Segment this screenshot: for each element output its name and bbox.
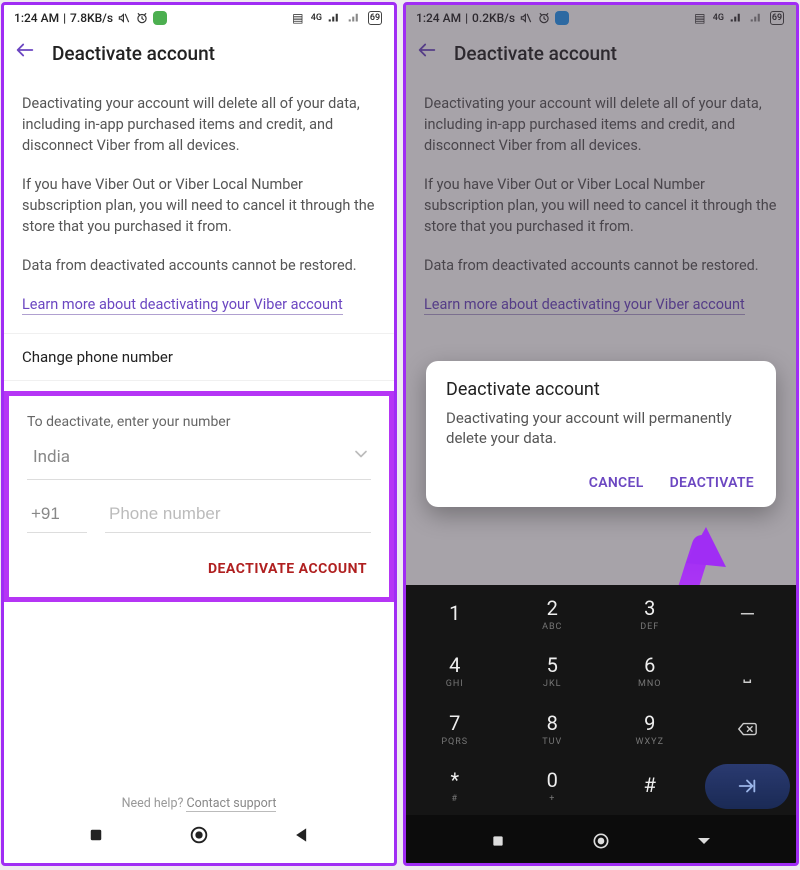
- paragraph-1: Deactivating your account will delete al…: [424, 93, 778, 156]
- status-netspeed: 0.2KB/s: [472, 11, 515, 25]
- signal-icon: [730, 11, 744, 25]
- data-icon: ▤: [693, 11, 707, 25]
- status-time: 1:24 AM: [14, 11, 59, 25]
- key-hash[interactable]: #: [601, 758, 699, 816]
- deactivate-instruction: To deactivate, enter your number: [27, 414, 371, 430]
- signal-icon-2: [750, 11, 764, 25]
- signal-icon: [328, 11, 342, 25]
- nav-home-icon[interactable]: [590, 830, 612, 852]
- phone-number-input[interactable]: [105, 496, 371, 533]
- key-4[interactable]: 4GHI: [406, 643, 504, 701]
- key-8[interactable]: 8TUV: [504, 700, 602, 758]
- back-arrow-icon[interactable]: [14, 39, 36, 67]
- footer-help: Need help? Contact support: [4, 796, 394, 811]
- status-4g: 4G: [311, 13, 322, 23]
- numeric-keypad: 1 2ABC 3DEF — 4GHI 5JKL 6MNO ⎵ 7PQRS 8TU…: [406, 585, 796, 815]
- nav-home-icon[interactable]: [188, 824, 210, 846]
- key-1[interactable]: 1: [406, 585, 504, 643]
- deactivate-account-button[interactable]: DEACTIVATE ACCOUNT: [27, 551, 371, 587]
- key-9[interactable]: 9WXYZ: [601, 700, 699, 758]
- key-7[interactable]: 7PQRS: [406, 700, 504, 758]
- app-header: Deactivate account: [4, 31, 394, 75]
- dialog-body: Deactivating your account will permanent…: [446, 408, 756, 449]
- change-phone-label: Change phone number: [22, 348, 173, 366]
- key-5[interactable]: 5JKL: [504, 643, 602, 701]
- learn-more-link[interactable]: Learn more about deactivating your Viber…: [424, 296, 745, 315]
- phone-left-screen: 1:24 AM | 7.8KB/s ▤ 4G: [1, 2, 397, 866]
- system-nav-bar: [4, 815, 394, 855]
- key-enter[interactable]: [705, 764, 791, 810]
- back-arrow-icon[interactable]: [416, 39, 438, 67]
- nav-recents-icon[interactable]: [85, 824, 107, 846]
- annotation-highlight-box: To deactivate, enter your number India D…: [4, 391, 394, 602]
- nav-recents-icon[interactable]: [487, 830, 509, 852]
- chevron-down-icon: [351, 444, 371, 469]
- paragraph-3: Data from deactivated accounts cannot be…: [424, 255, 778, 276]
- country-dropdown[interactable]: India: [27, 438, 371, 480]
- dialog-title: Deactivate account: [446, 379, 756, 400]
- paragraph-3: Data from deactivated accounts cannot be…: [22, 255, 376, 276]
- confirm-deactivate-dialog: Deactivate account Deactivating your acc…: [426, 361, 776, 507]
- phone-right-screen: 1:24 AM | 0.2KB/s ▤ 4G: [403, 2, 799, 866]
- alarm-icon: [537, 11, 551, 25]
- status-netspeed: 7.8KB/s: [70, 11, 113, 25]
- key-backspace[interactable]: [699, 700, 797, 758]
- signal-icon-2: [348, 11, 362, 25]
- dialog-deactivate-button[interactable]: DEACTIVATE: [668, 471, 756, 495]
- status-time: 1:24 AM: [416, 11, 461, 25]
- mute-icon: [519, 11, 533, 25]
- key-star[interactable]: * #: [406, 758, 504, 816]
- country-code-input[interactable]: [27, 496, 87, 533]
- data-icon: ▤: [291, 11, 305, 25]
- dialog-cancel-button[interactable]: CANCEL: [587, 471, 646, 495]
- battery-icon: 69: [368, 11, 382, 25]
- alarm-icon: [135, 11, 149, 25]
- paragraph-2: If you have Viber Out or Viber Local Num…: [424, 174, 778, 237]
- key-6[interactable]: 6MNO: [601, 643, 699, 701]
- country-value: India: [33, 447, 70, 467]
- nav-back-icon[interactable]: [291, 824, 313, 846]
- page-title: Deactivate account: [454, 42, 617, 65]
- key-3[interactable]: 3DEF: [601, 585, 699, 643]
- learn-more-link[interactable]: Learn more about deactivating your Viber…: [22, 296, 343, 315]
- status-4g: 4G: [713, 13, 724, 23]
- page-title: Deactivate account: [52, 42, 215, 65]
- status-bar: 1:24 AM | 0.2KB/s ▤ 4G: [406, 5, 796, 31]
- nav-hide-keyboard-icon[interactable]: [693, 830, 715, 852]
- key-2[interactable]: 2ABC: [504, 585, 602, 643]
- change-phone-number-row[interactable]: Change phone number: [4, 333, 394, 381]
- status-bar: 1:24 AM | 7.8KB/s ▤ 4G: [4, 5, 394, 31]
- battery-icon: 69: [770, 11, 784, 25]
- need-help-label: Need help?: [122, 796, 187, 811]
- paragraph-2: If you have Viber Out or Viber Local Num…: [22, 174, 376, 237]
- contact-support-link[interactable]: Contact support: [186, 796, 276, 812]
- key-minus[interactable]: —: [699, 585, 797, 643]
- paragraph-1: Deactivating your account will delete al…: [22, 93, 376, 156]
- key-space[interactable]: ⎵: [699, 643, 797, 701]
- body-text: Deactivating your account will delete al…: [4, 75, 394, 315]
- mute-icon: [117, 11, 131, 25]
- body-text: Deactivating your account will delete al…: [406, 75, 796, 315]
- key-0[interactable]: 0+: [504, 758, 602, 816]
- status-app-badge: [555, 11, 569, 25]
- system-nav-bar: [406, 815, 796, 863]
- deactivate-form: To deactivate, enter your number India D…: [23, 412, 375, 589]
- status-app-badge: [153, 11, 167, 25]
- app-header: Deactivate account: [406, 31, 796, 75]
